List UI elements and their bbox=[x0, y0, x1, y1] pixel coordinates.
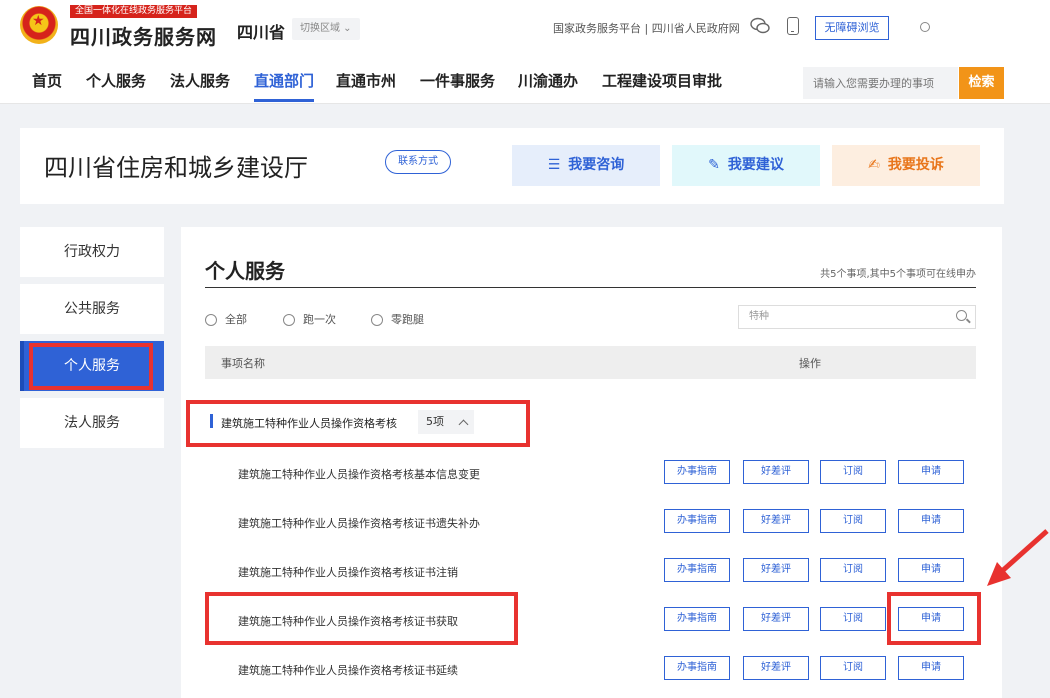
table-row: 建筑施工特种作业人员操作资格考核证书延续 办事指南 好差评 订阅 申请 bbox=[205, 645, 976, 694]
complain-button[interactable]: ✍ 我要投诉 bbox=[832, 145, 980, 186]
item-name: 建筑施工特种作业人员操作资格考核证书延续 bbox=[238, 664, 458, 677]
search-icon[interactable] bbox=[956, 310, 967, 321]
review-button[interactable]: 好差评 bbox=[743, 460, 809, 484]
guide-button[interactable]: 办事指南 bbox=[664, 607, 730, 631]
radio-circle-icon bbox=[371, 314, 383, 326]
review-button[interactable]: 好差评 bbox=[743, 656, 809, 680]
consult-label: 我要咨询 bbox=[568, 157, 625, 173]
nav-legal-service[interactable]: 法人服务 bbox=[170, 70, 230, 102]
divider bbox=[205, 287, 976, 288]
section-title: 个人服务 bbox=[205, 259, 285, 283]
switch-region-button[interactable]: 切换区域 ⌄ bbox=[292, 18, 360, 40]
department-title: 四川省住房和城乡建设厅 bbox=[44, 154, 308, 182]
message-icon: ☰ bbox=[547, 157, 561, 173]
subscribe-button[interactable]: 订阅 bbox=[820, 607, 886, 631]
column-operation: 操作 bbox=[799, 357, 821, 370]
sidebar-item-legal-service[interactable]: 法人服务 bbox=[20, 398, 164, 448]
highlight-group bbox=[186, 400, 530, 447]
filter-once-radio[interactable]: 跑一次 bbox=[283, 311, 336, 327]
radio-circle-icon bbox=[205, 314, 217, 326]
guide-button[interactable]: 办事指南 bbox=[664, 558, 730, 582]
item-count-summary: 共5个事项,其中5个事项可在线申办 bbox=[820, 269, 976, 280]
current-province: 四川省 bbox=[237, 23, 286, 42]
table-row: 建筑施工特种作业人员操作资格考核证书遗失补办 办事指南 好差评 订阅 申请 bbox=[205, 498, 976, 547]
subscribe-button[interactable]: 订阅 bbox=[820, 509, 886, 533]
nav-cities[interactable]: 直通市州 bbox=[336, 70, 396, 102]
sign-icon: ✍ bbox=[868, 157, 880, 173]
top-links[interactable]: 国家政务服务平台 | 四川省人民政府网 bbox=[553, 20, 740, 36]
consult-button[interactable]: ☰ 我要咨询 bbox=[512, 145, 660, 186]
apply-button[interactable]: 申请 bbox=[898, 656, 964, 680]
suggest-label: 我要建议 bbox=[727, 157, 784, 173]
nav-one-thing[interactable]: 一件事服务 bbox=[420, 70, 495, 102]
highlight-sidebar bbox=[29, 343, 153, 390]
sidebar-item-admin-power[interactable]: 行政权力 bbox=[20, 227, 164, 277]
table-row: 建筑施工特种作业人员操作资格考核基本信息变更 办事指南 好差评 订阅 申请 bbox=[205, 449, 976, 498]
mobile-icon[interactable] bbox=[787, 17, 799, 35]
table-row: 建筑施工特种作业人员操作资格考核证书注销 办事指南 好差评 订阅 申请 bbox=[205, 547, 976, 596]
national-emblem-icon bbox=[20, 6, 58, 44]
highlight-item bbox=[205, 592, 518, 645]
apply-button[interactable]: 申请 bbox=[898, 509, 964, 533]
contact-button[interactable]: 联系方式 bbox=[385, 150, 451, 174]
guide-button[interactable]: 办事指南 bbox=[664, 656, 730, 680]
wechat-icon[interactable] bbox=[750, 17, 770, 35]
nav-personal-service[interactable]: 个人服务 bbox=[86, 70, 146, 102]
apply-button[interactable]: 申请 bbox=[898, 558, 964, 582]
brand-tagline: 全国一体化在线政务服务平台 bbox=[70, 5, 198, 18]
nav-departments[interactable]: 直通部门 bbox=[254, 70, 315, 102]
nav-construction-approval[interactable]: 工程建设项目审批 bbox=[602, 70, 722, 102]
column-name: 事项名称 bbox=[221, 357, 265, 370]
subscribe-button[interactable]: 订阅 bbox=[820, 460, 886, 484]
suggest-button[interactable]: ✎ 我要建议 bbox=[672, 145, 820, 186]
department-banner: 四川省住房和城乡建设厅 联系方式 ☰ 我要咨询 ✎ 我要建议 ✍ 我要投诉 bbox=[20, 128, 1004, 204]
pen-icon: ✎ bbox=[708, 157, 720, 173]
item-name: 建筑施工特种作业人员操作资格考核证书遗失补办 bbox=[238, 517, 480, 530]
search-input[interactable] bbox=[803, 67, 958, 99]
item-name: 建筑施工特种作业人员操作资格考核证书注销 bbox=[238, 566, 458, 579]
nav-chuanyu[interactable]: 川渝通办 bbox=[518, 70, 578, 102]
search-button[interactable]: 检索 bbox=[959, 67, 1004, 99]
subscribe-button[interactable]: 订阅 bbox=[820, 656, 886, 680]
site-header: 全国一体化在线政务服务平台 四川政务服务网 四川省 切换区域 ⌄ 国家政务服务平… bbox=[0, 0, 1050, 104]
arrow-icon bbox=[987, 529, 1049, 586]
user-icon[interactable] bbox=[920, 22, 930, 32]
review-button[interactable]: 好差评 bbox=[743, 607, 809, 631]
review-button[interactable]: 好差评 bbox=[743, 509, 809, 533]
accessibility-button[interactable]: 无障碍浏览 bbox=[815, 16, 889, 40]
guide-button[interactable]: 办事指南 bbox=[664, 509, 730, 533]
nav-home[interactable]: 首页 bbox=[32, 70, 62, 102]
filter-all-radio[interactable]: 全部 bbox=[205, 311, 247, 327]
sidebar-item-public-service[interactable]: 公共服务 bbox=[20, 284, 164, 334]
filter-search-input[interactable]: 特种 bbox=[738, 305, 976, 329]
highlight-apply bbox=[887, 592, 981, 645]
table-header: 事项名称 操作 bbox=[205, 346, 976, 379]
item-name: 建筑施工特种作业人员操作资格考核基本信息变更 bbox=[238, 468, 480, 481]
radio-circle-icon bbox=[283, 314, 295, 326]
guide-button[interactable]: 办事指南 bbox=[664, 460, 730, 484]
site-logo-text[interactable]: 四川政务服务网 bbox=[70, 21, 217, 50]
filter-zero-radio[interactable]: 零跑腿 bbox=[371, 311, 424, 327]
apply-button[interactable]: 申请 bbox=[898, 460, 964, 484]
complain-label: 我要投诉 bbox=[887, 157, 944, 173]
subscribe-button[interactable]: 订阅 bbox=[820, 558, 886, 582]
review-button[interactable]: 好差评 bbox=[743, 558, 809, 582]
